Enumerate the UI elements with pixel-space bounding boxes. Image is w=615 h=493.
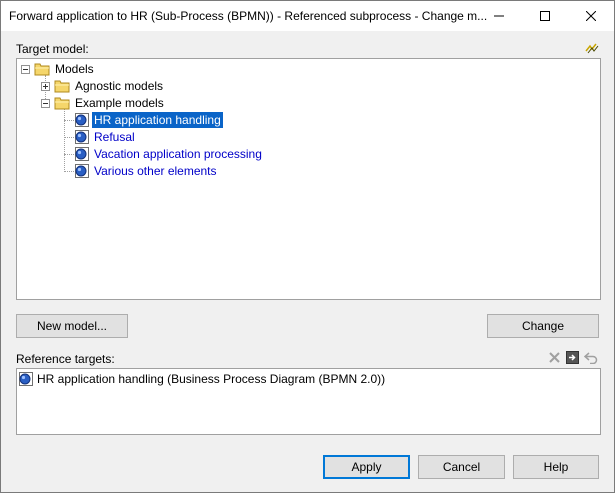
- reference-targets-label: Reference targets:: [16, 352, 115, 366]
- maximize-button[interactable]: [522, 1, 568, 31]
- help-button-label: Help: [543, 460, 569, 474]
- minimize-button[interactable]: [476, 1, 522, 31]
- folder-icon: [34, 63, 50, 76]
- apply-button-label: Apply: [351, 460, 382, 474]
- reference-targets-list[interactable]: HR application handling (Business Proces…: [16, 368, 601, 435]
- tree-node-label: Agnostic models: [75, 79, 164, 93]
- filter-icon[interactable]: [585, 42, 599, 54]
- minimize-icon: [494, 15, 504, 17]
- dialog-window: Forward application to HR (Sub-Process (…: [0, 0, 615, 493]
- collapse-icon[interactable]: [21, 65, 30, 74]
- tree-line: [64, 154, 74, 155]
- navigate-icon[interactable]: [566, 351, 579, 364]
- change-button[interactable]: Change: [487, 314, 599, 338]
- collapse-icon[interactable]: [41, 99, 50, 108]
- tree-line: [64, 137, 74, 138]
- maximize-icon: [540, 11, 550, 21]
- title-bar: Forward application to HR (Sub-Process (…: [1, 1, 614, 31]
- undo-icon[interactable]: [584, 351, 598, 364]
- bpmn-model-icon: [19, 372, 33, 386]
- window-title: Forward application to HR (Sub-Process (…: [9, 9, 488, 23]
- delete-icon[interactable]: [548, 351, 561, 364]
- new-model-button-label: New model...: [36, 319, 108, 333]
- tree-node-label: Models: [55, 62, 94, 76]
- tree-node-label: HR application handling: [91, 111, 224, 129]
- close-icon: [586, 11, 596, 21]
- expand-icon[interactable]: [41, 82, 50, 91]
- bpmn-model-icon: [75, 113, 89, 127]
- tree-node-label: Example models: [75, 96, 164, 110]
- folder-icon: [54, 80, 70, 93]
- tree-line: [64, 108, 65, 170]
- tree-line: [64, 171, 74, 172]
- cancel-button-label: Cancel: [442, 460, 481, 474]
- close-button[interactable]: [568, 1, 614, 31]
- new-model-button[interactable]: New model...: [16, 314, 128, 338]
- bpmn-model-icon: [75, 164, 89, 178]
- target-model-label: Target model:: [16, 42, 89, 56]
- help-button[interactable]: Help: [513, 455, 599, 479]
- tree-line: [64, 120, 74, 121]
- folder-icon: [54, 97, 70, 110]
- cancel-button[interactable]: Cancel: [418, 455, 505, 479]
- change-button-label: Change: [521, 319, 565, 333]
- bpmn-model-icon: [75, 147, 89, 161]
- tree-node-label: Vacation application processing: [94, 147, 262, 161]
- list-item-label: HR application handling (Business Proces…: [37, 372, 386, 386]
- bpmn-model-icon: [75, 130, 89, 144]
- apply-button[interactable]: Apply: [323, 455, 410, 479]
- tree-node-label: Various other elements: [94, 164, 217, 178]
- tree-node-label: Refusal: [94, 130, 135, 144]
- target-model-tree[interactable]: Models Agnostic models Example models HR…: [16, 58, 601, 300]
